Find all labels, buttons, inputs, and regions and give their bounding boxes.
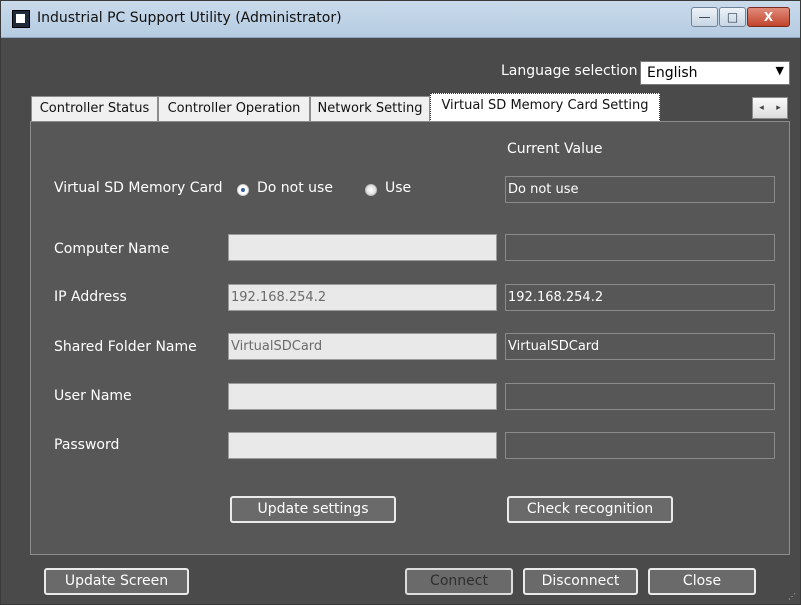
use-radio[interactable] <box>365 184 377 196</box>
computer-name-label: Computer Name <box>54 241 170 257</box>
close-window-button[interactable]: X <box>747 7 790 27</box>
connect-button: Connect <box>405 568 513 595</box>
chevron-down-icon: ▼ <box>775 64 784 77</box>
check-recognition-button[interactable]: Check recognition <box>507 496 673 523</box>
sd-card-current-value: Do not use <box>505 176 775 203</box>
language-selection-label: Language selection <box>501 63 638 79</box>
language-select[interactable]: English ▼ <box>640 61 790 85</box>
app-icon <box>12 10 30 28</box>
window-title: Industrial PC Support Utility (Administr… <box>37 10 342 26</box>
do-not-use-label[interactable]: Do not use <box>257 180 333 196</box>
close-button[interactable]: Close <box>648 568 756 595</box>
tab-network-setting[interactable]: Network Setting <box>310 96 430 122</box>
use-label[interactable]: Use <box>385 180 411 196</box>
resize-grip-icon[interactable]: ⋰ <box>788 592 798 602</box>
title-bar[interactable]: Industrial PC Support Utility (Administr… <box>1 1 800 38</box>
update-screen-button[interactable]: Update Screen <box>44 568 189 595</box>
ip-address-current-value: 192.168.254.2 <box>505 284 775 311</box>
user-name-label: User Name <box>54 388 132 404</box>
virtual-sd-memory-card-label: Virtual SD Memory Card <box>54 180 223 196</box>
app-window: Industrial PC Support Utility (Administr… <box>0 0 801 605</box>
ip-address-label: IP Address <box>54 289 127 305</box>
ip-address-input[interactable]: 192.168.254.2 <box>228 284 497 311</box>
password-current-value <box>505 432 775 459</box>
update-settings-button[interactable]: Update settings <box>230 496 396 523</box>
tab-controller-status[interactable]: Controller Status <box>31 96 158 122</box>
shared-folder-name-current-value: VirtualSDCard <box>505 333 775 360</box>
current-value-header: Current Value <box>507 141 603 157</box>
computer-name-current-value <box>505 234 775 261</box>
password-input[interactable] <box>228 432 497 459</box>
language-select-value: English <box>647 65 698 81</box>
settings-panel: Current Value Virtual SD Memory Card Do … <box>30 121 790 555</box>
tab-scroll-right-icon[interactable]: ▸ <box>770 98 787 118</box>
shared-folder-name-input[interactable]: VirtualSDCard <box>228 333 497 360</box>
password-label: Password <box>54 437 120 453</box>
shared-folder-name-label: Shared Folder Name <box>54 339 197 355</box>
disconnect-button[interactable]: Disconnect <box>523 568 638 595</box>
tab-scroll-buttons: ◂ ▸ <box>752 97 788 119</box>
user-name-input[interactable] <box>228 383 497 410</box>
user-name-current-value <box>505 383 775 410</box>
maximize-button[interactable]: □ <box>719 7 746 27</box>
tab-controller-operation[interactable]: Controller Operation <box>158 96 310 122</box>
computer-name-input[interactable] <box>228 234 497 261</box>
minimize-button[interactable]: — <box>691 7 718 27</box>
tab-virtual-sd-memory-card-setting[interactable]: Virtual SD Memory Card Setting <box>430 93 660 122</box>
do-not-use-radio[interactable] <box>237 184 249 196</box>
tab-scroll-left-icon[interactable]: ◂ <box>753 98 770 118</box>
